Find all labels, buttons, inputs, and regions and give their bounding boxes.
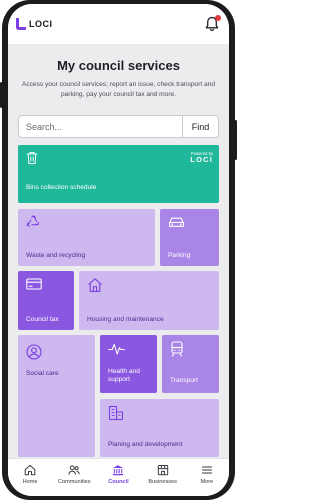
powered-by-brand: LOCI — [190, 155, 213, 164]
home-icon — [24, 464, 36, 476]
nav-item-businesses[interactable]: Businesses — [143, 464, 183, 485]
nav-item-home[interactable]: Home — [10, 464, 50, 485]
buildings-icon — [108, 405, 124, 421]
nav-label-communities: Communities — [57, 479, 91, 485]
credit-card-icon — [26, 278, 42, 290]
logo-text: LOCI — [29, 19, 53, 29]
notification-dot — [215, 15, 221, 21]
tile-label-council-tax: Council tax — [26, 316, 59, 323]
tile-label-waste: Waste and recycling — [26, 252, 86, 259]
nav-item-more[interactable]: More — [187, 464, 227, 485]
main-content: My council services Access your council … — [8, 44, 229, 458]
tile-label-social-care: Social care — [26, 370, 59, 377]
tile-council-tax[interactable]: Council tax — [18, 271, 74, 330]
nav-label-more: More — [200, 479, 214, 485]
train-icon — [171, 341, 183, 357]
pulse-icon — [108, 343, 125, 355]
menu-icon — [201, 466, 212, 474]
tile-social-care[interactable]: Social care — [18, 335, 95, 457]
tile-label-health: Health and support — [108, 368, 140, 383]
tile-bins-collection[interactable]: Powered by LOCI Bins collection schedule — [18, 145, 219, 203]
find-button[interactable]: Find — [182, 116, 218, 137]
tile-housing[interactable]: Housing and maintenance — [79, 271, 219, 330]
page-subtitle: Access your council services; report an … — [21, 81, 216, 98]
tile-transport[interactable]: Transport — [162, 335, 219, 393]
nav-item-communities[interactable]: Communities — [54, 464, 94, 485]
store-icon — [157, 465, 168, 476]
app-logo[interactable]: LOCI — [16, 18, 53, 30]
search-bar: Find — [18, 115, 219, 138]
car-icon — [168, 217, 185, 227]
nav-label-council: Council — [108, 479, 129, 485]
phone-frame: LOCI My council services Access your cou… — [2, 0, 235, 500]
tile-label-planning: Planing and development — [108, 441, 183, 448]
tile-waste-recycling[interactable]: Waste and recycling — [18, 209, 155, 266]
user-circle-icon — [26, 344, 42, 360]
logo-mark-icon — [16, 18, 26, 30]
nav-label-businesses: Businesses — [148, 479, 177, 485]
screen: LOCI My council services Access your cou… — [8, 4, 229, 496]
tile-health-support[interactable]: Health and support — [100, 335, 157, 393]
tile-label-housing: Housing and maintenance — [87, 316, 164, 323]
notifications-button[interactable] — [205, 15, 221, 32]
app-bar: LOCI — [8, 4, 229, 44]
recycle-icon — [26, 215, 39, 227]
bottom-nav: Home Communities Council Businesses More — [8, 458, 229, 496]
nav-item-council[interactable]: Council — [98, 464, 138, 485]
page-title: My council services — [57, 58, 180, 73]
tile-planning[interactable]: Planing and development — [100, 399, 219, 457]
trash-bin-icon — [27, 152, 37, 165]
tile-parking[interactable]: Parking — [160, 209, 219, 266]
tile-label-transport: Transport — [170, 377, 198, 384]
tile-label-parking: Parking — [168, 252, 191, 259]
search-input[interactable] — [19, 116, 182, 137]
tile-label-bins: Bins collection schedule — [26, 184, 97, 191]
house-icon — [88, 278, 102, 292]
people-icon — [68, 465, 81, 475]
council-icon — [113, 465, 124, 476]
powered-by-badge: Powered by LOCI — [190, 151, 213, 164]
nav-label-home: Home — [22, 479, 38, 485]
